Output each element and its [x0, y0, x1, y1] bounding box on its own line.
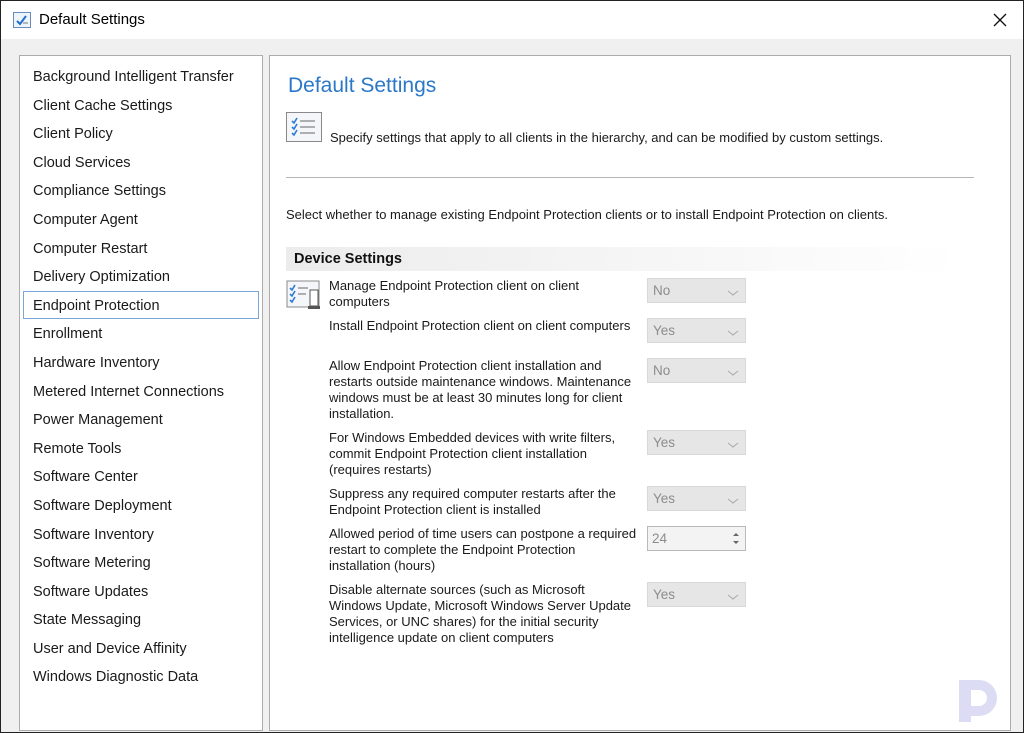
sidebar-item-cloud-services[interactable]: Cloud Services — [23, 148, 259, 177]
close-icon — [993, 13, 1007, 27]
chevron-down-icon — [727, 589, 739, 607]
watermark-logo — [955, 676, 1001, 724]
sidebar-item-windows-diagnostic-data[interactable]: Windows Diagnostic Data — [23, 662, 259, 691]
setting-dropdown[interactable]: No — [647, 278, 746, 303]
setting-label: Install Endpoint Protection client on cl… — [329, 318, 631, 333]
sidebar-item-enrollment[interactable]: Enrollment — [23, 319, 259, 348]
setting-dropdown[interactable]: Yes — [647, 486, 746, 511]
section-intro: Select whether to manage existing Endpoi… — [286, 207, 888, 222]
chevron-down-icon — [727, 325, 739, 343]
close-button[interactable] — [977, 1, 1023, 39]
default-settings-window: Default Settings Background Intelligent … — [0, 0, 1024, 733]
sidebar-item-user-and-device-affinity[interactable]: User and Device Affinity — [23, 634, 259, 663]
sidebar-item-power-management[interactable]: Power Management — [23, 405, 259, 434]
sidebar-item-software-deployment[interactable]: Software Deployment — [23, 491, 259, 520]
dropdown-value: Yes — [653, 323, 676, 338]
chevron-down-icon — [727, 285, 739, 303]
page-title: Default Settings — [288, 74, 437, 97]
sidebar-item-delivery-optimization[interactable]: Delivery Optimization — [23, 262, 259, 291]
dropdown-value: No — [653, 283, 671, 298]
setting-dropdown[interactable]: Yes — [647, 318, 746, 343]
sidebar-item-client-policy[interactable]: Client Policy — [23, 119, 259, 148]
sidebar-item-remote-tools[interactable]: Remote Tools — [23, 434, 259, 463]
setting-dropdown[interactable]: Yes — [647, 430, 746, 455]
sidebar-item-software-center[interactable]: Software Center — [23, 462, 259, 491]
sidebar-item-computer-agent[interactable]: Computer Agent — [23, 205, 259, 234]
sidebar-item-background-intelligent-transfer[interactable]: Background Intelligent Transfer — [23, 62, 259, 91]
sidebar-item-software-metering[interactable]: Software Metering — [23, 548, 259, 577]
sidebar-item-metered-internet-connections[interactable]: Metered Internet Connections — [23, 377, 259, 406]
section-title: Device Settings — [294, 251, 402, 267]
chevron-down-icon — [727, 493, 739, 511]
setting-label: For Windows Embedded devices with write … — [329, 430, 616, 477]
settings-checklist-icon — [13, 12, 31, 28]
setting-label: Allow Endpoint Protection client install… — [329, 358, 632, 421]
setting-label: Allowed period of time users can postpon… — [329, 526, 637, 573]
setting-spinner[interactable]: 24 — [647, 526, 746, 551]
chevron-down-icon — [727, 437, 739, 455]
chevron-down-icon — [727, 365, 739, 383]
sidebar-item-computer-restart[interactable]: Computer Restart — [23, 234, 259, 263]
dropdown-value: No — [653, 363, 671, 378]
settings-category-list[interactable]: Background Intelligent Transfer Client Ca… — [19, 55, 263, 731]
page-description: Specify settings that apply to all clien… — [330, 130, 884, 145]
checklist-icon — [286, 112, 322, 142]
sidebar-item-endpoint-protection[interactable]: Endpoint Protection — [23, 290, 259, 320]
window-edge — [1013, 55, 1022, 731]
sidebar-item-software-updates[interactable]: Software Updates — [23, 577, 259, 606]
dropdown-value: Yes — [653, 435, 676, 450]
setting-label: Suppress any required computer restarts … — [329, 486, 616, 517]
setting-dropdown[interactable]: Yes — [647, 582, 746, 607]
spinner-arrows-icon[interactable] — [729, 529, 743, 548]
dropdown-value: Yes — [653, 491, 676, 506]
settings-content-pane: Default Settings Specify settings that a… — [269, 55, 1011, 731]
sidebar-item-compliance-settings[interactable]: Compliance Settings — [23, 176, 259, 205]
device-settings-icon — [286, 278, 324, 312]
sidebar-item-client-cache-settings[interactable]: Client Cache Settings — [23, 91, 259, 120]
sidebar-item-state-messaging[interactable]: State Messaging — [23, 605, 259, 634]
dropdown-value: Yes — [653, 587, 676, 602]
title-bar: Default Settings — [1, 1, 1023, 39]
setting-label: Disable alternate sources (such as Micro… — [329, 582, 632, 645]
spinner-value: 24 — [652, 531, 668, 546]
sidebar-item-hardware-inventory[interactable]: Hardware Inventory — [23, 348, 259, 377]
window-title: Default Settings — [39, 11, 145, 28]
sidebar-item-software-inventory[interactable]: Software Inventory — [23, 520, 259, 549]
device-settings-header: Device Settings — [286, 247, 962, 271]
setting-label: Manage Endpoint Protection client on cli… — [329, 278, 580, 309]
divider — [286, 177, 974, 178]
setting-dropdown[interactable]: No — [647, 358, 746, 383]
